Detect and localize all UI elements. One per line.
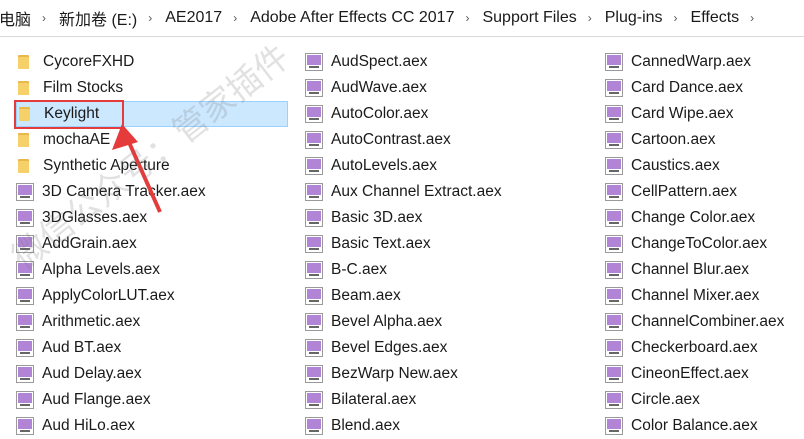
annotation-arrow: [112, 124, 162, 213]
